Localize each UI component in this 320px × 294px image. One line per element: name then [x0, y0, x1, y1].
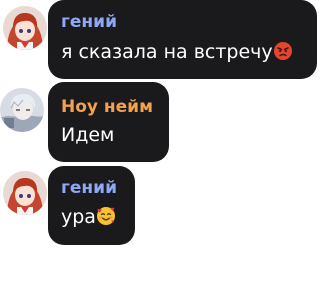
angry-face-icon: [273, 41, 293, 66]
message-text-content: ура: [61, 206, 96, 228]
author-name[interactable]: гений: [61, 178, 117, 198]
message-bubble[interactable]: гений ура: [48, 166, 135, 245]
author-name[interactable]: Ноу нейм: [61, 97, 153, 117]
message-text: я сказала на встречу: [61, 41, 293, 66]
message-bubble[interactable]: гений я сказала на встречу: [48, 0, 317, 79]
message-text: ура: [61, 206, 116, 231]
anime-girl-avatar-icon: [3, 171, 47, 215]
message-text-content: я сказала на встречу: [61, 41, 273, 63]
anime-girl-avatar-icon: [3, 6, 47, 50]
avatar[interactable]: [3, 6, 47, 50]
author-name[interactable]: гений: [61, 12, 117, 32]
smiling-face-with-hearts-icon: [96, 206, 116, 231]
anime-boy-avatar-icon: [0, 88, 44, 132]
avatar[interactable]: [0, 88, 44, 132]
message-bubble[interactable]: Ноу нейм Идем: [48, 82, 169, 162]
message-text: Идем: [61, 124, 115, 146]
avatar[interactable]: [3, 171, 47, 215]
